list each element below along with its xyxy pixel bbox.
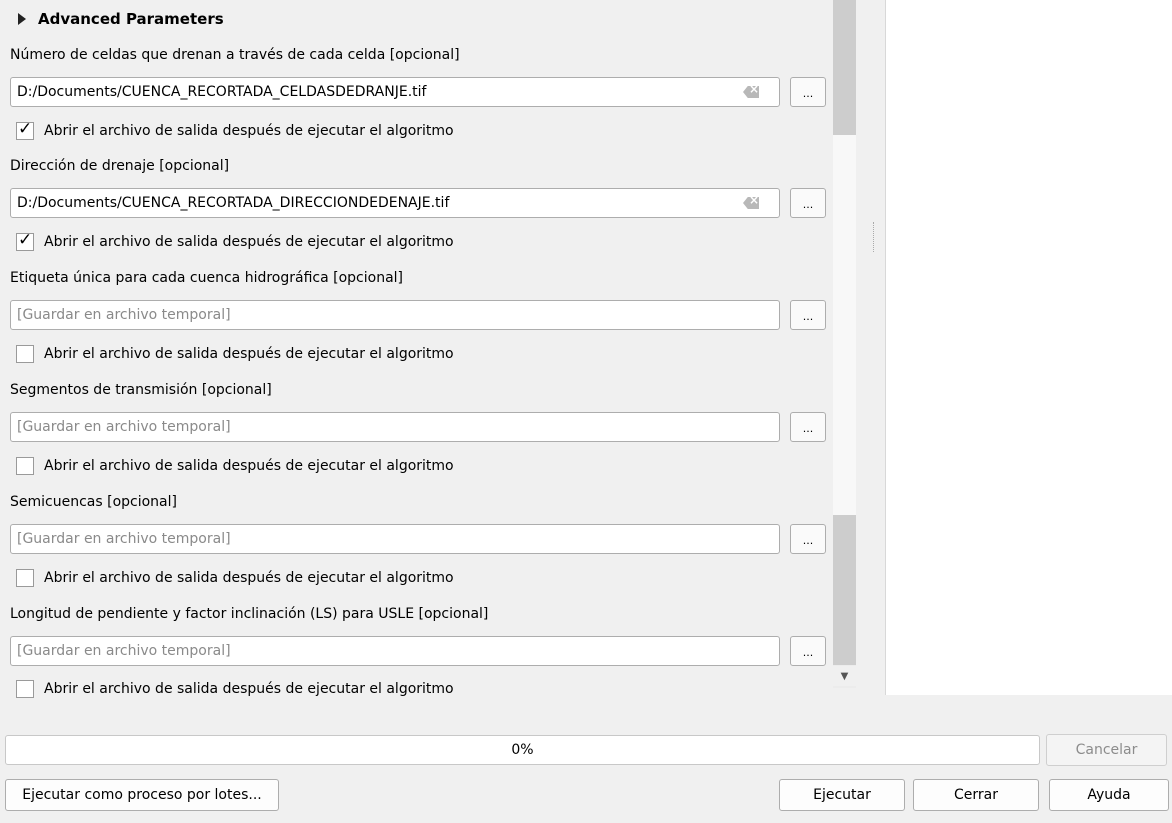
output-label-half-basins: Semicuencas [opcional]	[10, 494, 177, 510]
scrollbar-thumb[interactable]	[833, 0, 856, 135]
output-value-direction: D:/Documents/CUENCA_RECORTADA_DIRECCIOND…	[17, 195, 450, 211]
output-field-cells[interactable]: D:/Documents/CUENCA_RECORTADA_CELDASDEDR…	[10, 77, 780, 107]
open-output-label: Abrir el archivo de salida después de ej…	[44, 458, 454, 474]
expand-triangle-icon[interactable]	[18, 13, 26, 25]
browse-button-half-basins[interactable]: ...	[790, 524, 826, 554]
advanced-parameters-header[interactable]: Advanced Parameters	[18, 8, 224, 30]
scroll-down-arrow-icon[interactable]: ▼	[833, 666, 856, 686]
output-value-cells: D:/Documents/CUENCA_RECORTADA_CELDASDEDR…	[17, 84, 427, 100]
browse-button-segments[interactable]: ...	[790, 412, 826, 442]
open-output-label: Abrir el archivo de salida después de ej…	[44, 346, 454, 362]
checkbox-unchecked-icon[interactable]	[16, 457, 34, 475]
open-output-checkbox-segments[interactable]: Abrir el archivo de salida después de ej…	[16, 457, 454, 475]
browse-button-basin-tag[interactable]: ...	[790, 300, 826, 330]
output-placeholder-basin-tag: [Guardar en archivo temporal]	[17, 307, 231, 323]
output-label-direction: Dirección de drenaje [opcional]	[10, 158, 230, 174]
batch-process-button[interactable]: Ejecutar como proceso por lotes...	[5, 779, 279, 811]
output-field-basin-tag[interactable]: [Guardar en archivo temporal]	[10, 300, 780, 330]
checkbox-checked-icon[interactable]	[16, 119, 34, 140]
checkbox-unchecked-icon[interactable]	[16, 345, 34, 363]
splitter-handle[interactable]	[873, 222, 876, 252]
open-output-checkbox-ls-factor[interactable]: Abrir el archivo de salida después de ej…	[16, 680, 454, 698]
output-field-ls-factor[interactable]: [Guardar en archivo temporal]	[10, 636, 780, 666]
open-output-label: Abrir el archivo de salida después de ej…	[44, 681, 454, 697]
output-label-segments: Segmentos de transmisión [opcional]	[10, 382, 272, 398]
checkbox-checked-icon[interactable]	[16, 230, 34, 251]
help-button[interactable]: Ayuda	[1049, 779, 1169, 811]
open-output-label: Abrir el archivo de salida después de ej…	[44, 234, 454, 250]
output-placeholder-segments: [Guardar en archivo temporal]	[17, 419, 231, 435]
parameters-panel: Advanced Parameters Número de celdas que…	[0, 0, 856, 698]
close-button[interactable]: Cerrar	[913, 779, 1039, 811]
browse-button-cells[interactable]: ...	[790, 77, 826, 107]
output-placeholder-half-basins: [Guardar en archivo temporal]	[17, 531, 231, 547]
open-output-checkbox-half-basins[interactable]: Abrir el archivo de salida después de ej…	[16, 569, 454, 587]
output-field-segments[interactable]: [Guardar en archivo temporal]	[10, 412, 780, 442]
open-output-checkbox-basin-tag[interactable]: Abrir el archivo de salida después de ej…	[16, 345, 454, 363]
scrollbar-thumb-lower[interactable]	[833, 515, 856, 665]
progress-text: 0%	[511, 742, 534, 758]
output-label-ls-factor: Longitud de pendiente y factor inclinaci…	[10, 606, 489, 622]
clear-icon[interactable]	[743, 197, 759, 209]
output-label-cells: Número de celdas que drenan a través de …	[10, 47, 460, 63]
output-field-direction[interactable]: D:/Documents/CUENCA_RECORTADA_DIRECCIOND…	[10, 188, 780, 218]
help-panel	[885, 0, 1172, 695]
output-placeholder-ls-factor: [Guardar en archivo temporal]	[17, 643, 231, 659]
advanced-parameters-title: Advanced Parameters	[38, 10, 224, 28]
output-field-half-basins[interactable]: [Guardar en archivo temporal]	[10, 524, 780, 554]
open-output-checkbox-cells[interactable]: Abrir el archivo de salida después de ej…	[16, 119, 454, 140]
progress-bar: 0%	[5, 735, 1040, 765]
run-button[interactable]: Ejecutar	[779, 779, 905, 811]
output-label-basin-tag: Etiqueta única para cada cuenca hidrográ…	[10, 270, 404, 286]
open-output-label: Abrir el archivo de salida después de ej…	[44, 570, 454, 586]
checkbox-unchecked-icon[interactable]	[16, 680, 34, 698]
open-output-label: Abrir el archivo de salida después de ej…	[44, 123, 454, 139]
browse-button-ls-factor[interactable]: ...	[790, 636, 826, 666]
open-output-checkbox-direction[interactable]: Abrir el archivo de salida después de ej…	[16, 230, 454, 251]
vertical-scrollbar[interactable]: ▼	[833, 0, 856, 688]
clear-icon[interactable]	[743, 86, 759, 98]
browse-button-direction[interactable]: ...	[790, 188, 826, 218]
cancel-button[interactable]: Cancelar	[1046, 734, 1167, 766]
checkbox-unchecked-icon[interactable]	[16, 569, 34, 587]
